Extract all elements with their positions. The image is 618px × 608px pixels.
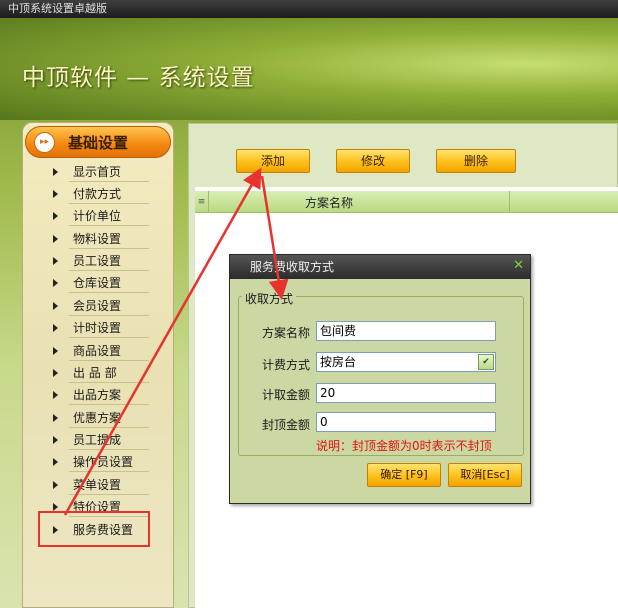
- sidebar-item-discount[interactable]: 优惠方案: [53, 409, 153, 428]
- bullet-icon: [53, 391, 58, 399]
- delete-button[interactable]: 删除: [436, 149, 516, 173]
- sidebar-item-dispatch-plan[interactable]: 出品方案: [53, 386, 153, 405]
- app-title: 中顶软件 — 系统设置: [22, 65, 255, 91]
- close-icon[interactable]: ✕: [513, 259, 524, 273]
- plan-name-input[interactable]: 包间费: [316, 321, 496, 341]
- bullet-icon: [53, 168, 58, 176]
- double-chevron-right-icon: ▸▸: [34, 132, 55, 153]
- sidebar-item-warehouse[interactable]: 仓库设置: [53, 274, 153, 293]
- bullet-icon: [53, 302, 58, 310]
- sidebar-item-payment[interactable]: 付款方式: [53, 185, 153, 204]
- sidebar-item-commission[interactable]: 员工提成: [53, 431, 153, 450]
- charge-amount-label: 计取金额: [262, 388, 311, 402]
- sidebar-item-menu[interactable]: 菜单设置: [53, 476, 153, 495]
- bullet-icon: [53, 526, 58, 534]
- edit-button[interactable]: 修改: [336, 149, 410, 173]
- column-header-plan-name[interactable]: 方案名称: [305, 194, 353, 211]
- bullet-icon: [53, 190, 58, 198]
- window-title: 中顶系统设置卓越版: [8, 2, 107, 15]
- bullet-icon: [53, 369, 58, 377]
- chevron-down-icon[interactable]: ✔: [478, 354, 494, 370]
- bullet-icon: [53, 347, 58, 355]
- service-fee-dialog: 服务费收取方式 ✕ 收取方式 方案名称 包间费 计费方式 按房台 ✔ 计取金额 …: [229, 254, 531, 504]
- sidebar-item-material[interactable]: 物料设置: [53, 230, 153, 249]
- sidebar-item-home[interactable]: 显示首页: [53, 163, 153, 182]
- window-titlebar: 中顶系统设置卓越版: [0, 0, 618, 18]
- bullet-icon: [53, 212, 58, 220]
- cancel-button[interactable]: 取消[Esc]: [448, 463, 522, 487]
- group-label: 收取方式: [242, 290, 297, 307]
- sidebar-item-member[interactable]: 会员设置: [53, 297, 153, 316]
- cap-note: 说明：封顶金额为0时表示不封顶: [316, 439, 492, 453]
- dialog-title: 服务费收取方式: [250, 260, 335, 274]
- sidebar-item-goods[interactable]: 商品设置: [53, 342, 153, 361]
- cap-amount-label: 封顶金额: [262, 418, 311, 432]
- bullet-icon: [53, 324, 58, 332]
- bullet-icon: [53, 235, 58, 243]
- bullet-icon: [53, 481, 58, 489]
- bullet-icon: [53, 503, 58, 511]
- charge-method-label: 计费方式: [262, 358, 311, 372]
- row-selector-icon: ≡: [195, 191, 209, 213]
- add-button[interactable]: 添加: [236, 149, 310, 173]
- sidebar-item-staff[interactable]: 员工设置: [53, 252, 153, 271]
- sidebar-item-timing[interactable]: 计时设置: [53, 319, 153, 338]
- grid-header: ≡ 方案名称: [195, 191, 618, 213]
- sidebar-heading-label: 基础设置: [68, 134, 129, 152]
- sidebar-item-service-fee[interactable]: 服务费设置: [53, 521, 153, 539]
- sidebar-item-unit[interactable]: 计价单位: [53, 207, 153, 226]
- plan-name-label: 方案名称: [262, 326, 311, 340]
- sidebar-item-operator[interactable]: 操作员设置: [53, 453, 153, 472]
- sidebar: ▸▸ 基础设置 显示首页 付款方式 计价单位 物料设置 员工设置 仓库设置 会员…: [22, 122, 174, 608]
- cap-amount-input[interactable]: 0: [316, 412, 496, 432]
- sidebar-heading[interactable]: ▸▸ 基础设置: [25, 126, 171, 158]
- sidebar-item-special-price[interactable]: 特价设置: [53, 498, 153, 517]
- app-header: 中顶软件 — 系统设置: [0, 18, 618, 120]
- dialog-titlebar[interactable]: 服务费收取方式 ✕: [230, 255, 530, 279]
- column-divider: [509, 191, 510, 213]
- bullet-icon: [53, 279, 58, 287]
- charge-method-select[interactable]: 按房台 ✔: [316, 352, 496, 372]
- bullet-icon: [53, 414, 58, 422]
- bullet-icon: [53, 257, 58, 265]
- charge-method-value: 按房台: [320, 355, 357, 369]
- sidebar-item-dispatch-dept[interactable]: 出 品 部: [53, 364, 153, 383]
- ok-button[interactable]: 确定 [F9]: [367, 463, 441, 487]
- bullet-icon: [53, 436, 58, 444]
- charge-amount-input[interactable]: 20: [316, 383, 496, 403]
- bullet-icon: [53, 458, 58, 466]
